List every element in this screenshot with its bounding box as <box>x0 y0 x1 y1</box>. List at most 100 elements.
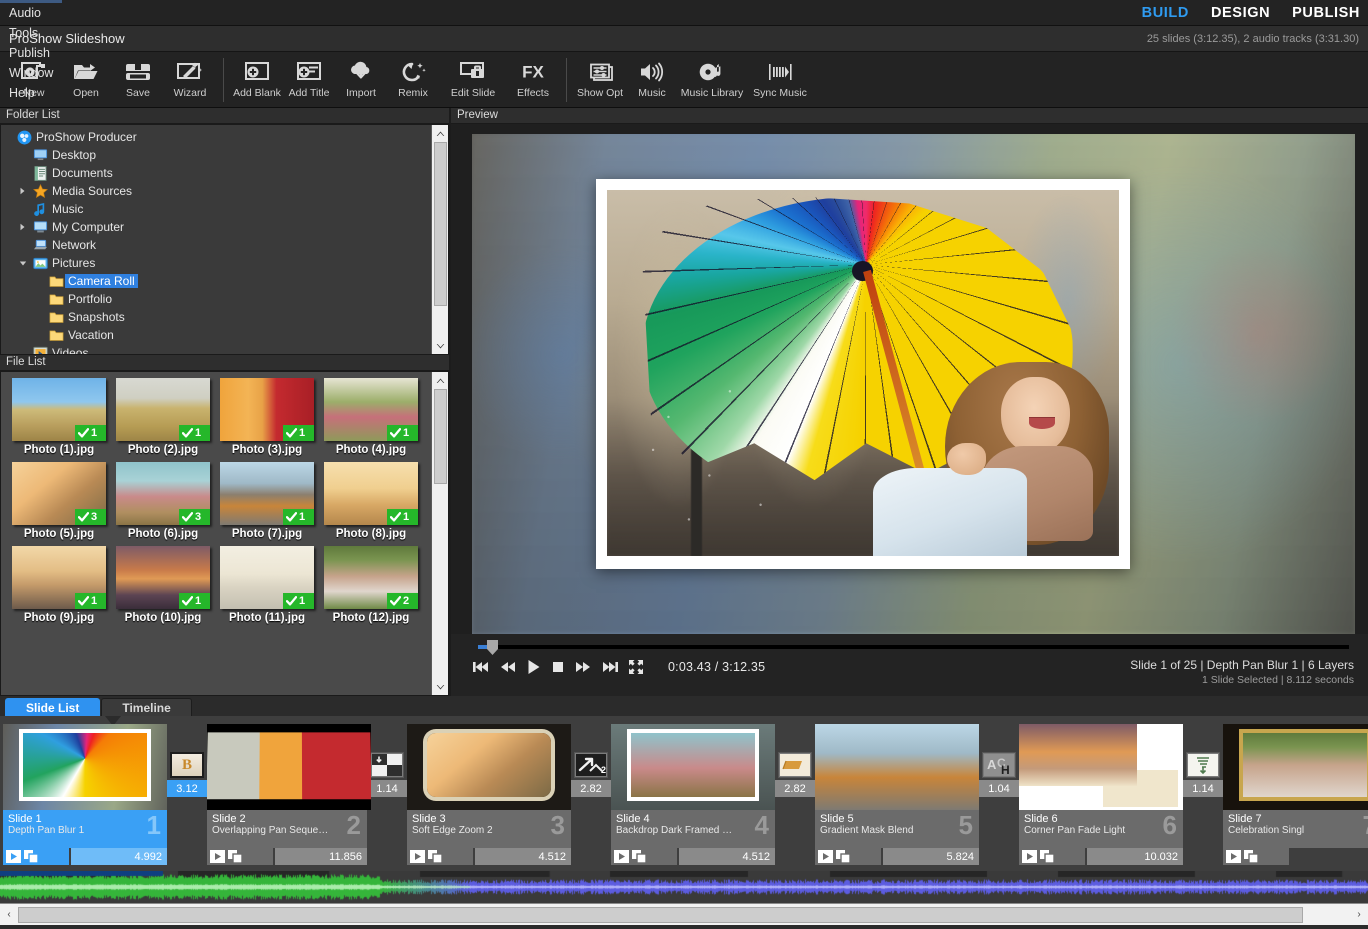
folder-node-videos[interactable]: Videos <box>3 344 431 354</box>
transition-twist-icon[interactable] <box>1186 752 1220 778</box>
file-item[interactable]: 2Photo (12).jpg <box>319 546 423 624</box>
slide-copy-icon[interactable] <box>836 850 851 863</box>
folder-node-proshow-producer[interactable]: ProShow Producer <box>3 128 431 146</box>
menu-help[interactable]: Help <box>0 83 62 103</box>
file-item[interactable]: 1Photo (9).jpg <box>7 546 111 624</box>
folder-scrollbar[interactable] <box>431 125 448 354</box>
folder-node-network[interactable]: Network <box>3 236 431 254</box>
transition-duration[interactable]: 3.12 <box>167 780 207 797</box>
hscroll-right-arrow[interactable]: › <box>1350 905 1368 925</box>
toolbar-save-button[interactable]: Save <box>112 56 164 99</box>
file-item[interactable]: 1Photo (7).jpg <box>215 462 319 540</box>
folder-node-camera-roll[interactable]: Camera Roll <box>3 272 431 290</box>
slide-card[interactable]: Slide 5Gradient Mask Blend55.824 <box>815 724 979 865</box>
transition-column[interactable]: 22.82 <box>571 724 611 797</box>
toolbar-effects-button[interactable]: FXEffects <box>507 56 559 99</box>
file-thumbnail[interactable]: 3 <box>12 462 106 525</box>
file-scroll-up-icon[interactable] <box>432 372 449 389</box>
slide-strip[interactable]: Slide 1Depth Pan Blur 114.992B3.12Slide … <box>0 716 1368 871</box>
slide-play-icon[interactable] <box>614 850 629 863</box>
menu-window[interactable]: Window <box>0 63 62 83</box>
preview-stage[interactable] <box>451 124 1368 634</box>
file-thumbnail[interactable]: 1 <box>116 378 210 441</box>
slide-copy-icon[interactable] <box>1040 850 1055 863</box>
toolbar-add-blank-button[interactable]: Add Blank <box>231 56 283 99</box>
file-thumbnail[interactable]: 1 <box>324 462 418 525</box>
folder-node-documents[interactable]: Documents <box>3 164 431 182</box>
menu-publish[interactable]: Publish <box>0 43 62 63</box>
skip-start-icon[interactable] <box>473 660 489 674</box>
slide-card[interactable]: Slide 4Backdrop Dark Framed Zoo...44.512 <box>611 724 775 865</box>
slide-thumbnail[interactable] <box>1223 724 1368 810</box>
toolbar-open-button[interactable]: Open <box>60 56 112 99</box>
folder-node-pictures[interactable]: Pictures <box>3 254 431 272</box>
mode-tab-build[interactable]: BUILD <box>1142 5 1189 21</box>
slide-play-icon[interactable] <box>1022 850 1037 863</box>
slide-thumbnail[interactable] <box>407 724 571 810</box>
horizontal-scrollbar[interactable]: ‹ › <box>0 903 1368 925</box>
transition-duration[interactable]: 2.82 <box>571 780 611 797</box>
slide-duration[interactable]: 4.512 <box>475 848 571 865</box>
folder-scroll-thumb[interactable] <box>434 142 447 306</box>
scrubber-track[interactable] <box>478 645 1349 649</box>
slide-thumbnail[interactable] <box>3 724 167 810</box>
file-item[interactable]: 1Photo (8).jpg <box>319 462 423 540</box>
hscroll-track[interactable] <box>18 905 1350 925</box>
file-scroll-down-icon[interactable] <box>432 678 449 695</box>
scrubber-handle[interactable] <box>487 640 498 655</box>
folder-tree[interactable]: ProShow ProducerDesktopDocumentsMedia So… <box>1 125 431 354</box>
menu-audio[interactable]: Audio <box>0 3 62 23</box>
fullscreen-icon[interactable] <box>629 660 643 674</box>
scroll-down-icon[interactable] <box>432 337 449 354</box>
file-thumbnail[interactable]: 1 <box>12 378 106 441</box>
file-item[interactable]: 1Photo (2).jpg <box>111 378 215 456</box>
file-scroll-thumb[interactable] <box>434 389 447 484</box>
folder-node-media-sources[interactable]: Media Sources <box>3 182 431 200</box>
slide-play-icon[interactable] <box>6 850 21 863</box>
folder-node-snapshots[interactable]: Snapshots <box>3 308 431 326</box>
hscroll-left-arrow[interactable]: ‹ <box>0 905 18 925</box>
transition-push-icon[interactable] <box>370 752 404 778</box>
slide-duration[interactable]: 11.856 <box>275 848 367 865</box>
file-thumbnail[interactable]: 3 <box>116 462 210 525</box>
slide-play-icon[interactable] <box>1226 850 1241 863</box>
chevron-down-icon[interactable] <box>19 260 31 267</box>
folder-node-desktop[interactable]: Desktop <box>3 146 431 164</box>
mode-tab-publish[interactable]: PUBLISH <box>1292 5 1360 21</box>
toolbar-import-button[interactable]: Import <box>335 56 387 99</box>
transition-duration[interactable]: 2.82 <box>775 780 815 797</box>
slide-play-icon[interactable] <box>818 850 833 863</box>
mode-tab-design[interactable]: DESIGN <box>1211 5 1270 21</box>
transition-column[interactable]: ACH1.04 <box>979 724 1019 797</box>
slide-card[interactable]: Slide 7Celebration Singl7 <box>1223 724 1368 865</box>
slide-thumbnail[interactable] <box>611 724 775 810</box>
audio-waveform-track[interactable] <box>0 871 1368 903</box>
slide-copy-icon[interactable] <box>428 850 443 863</box>
transition-column[interactable]: 1.14 <box>1183 724 1223 797</box>
transition-fold-icon[interactable] <box>778 752 812 778</box>
file-thumbnail[interactable]: 1 <box>220 378 314 441</box>
transition-duration[interactable]: 1.04 <box>979 780 1019 797</box>
folder-node-my-computer[interactable]: My Computer <box>3 218 431 236</box>
slide-card[interactable]: Slide 3Soft Edge Zoom 234.512 <box>407 724 571 865</box>
slide-copy-icon[interactable] <box>1244 850 1259 863</box>
file-item[interactable]: 1Photo (4).jpg <box>319 378 423 456</box>
slide-play-icon[interactable] <box>210 850 225 863</box>
tab-timeline[interactable]: Timeline <box>101 698 191 716</box>
toolbar-music-button[interactable]: Music <box>626 56 678 99</box>
file-item[interactable]: 1Photo (11).jpg <box>215 546 319 624</box>
slide-duration[interactable]: 4.512 <box>679 848 775 865</box>
file-thumbnail[interactable]: 1 <box>220 462 314 525</box>
transition-column[interactable]: 1.14 <box>367 724 407 797</box>
folder-node-portfolio[interactable]: Portfolio <box>3 290 431 308</box>
play-icon[interactable] <box>527 659 541 675</box>
folder-node-music[interactable]: Music <box>3 200 431 218</box>
file-thumbnail[interactable]: 1 <box>116 546 210 609</box>
file-scrollbar[interactable] <box>431 372 448 695</box>
folder-node-vacation[interactable]: Vacation <box>3 326 431 344</box>
slide-copy-icon[interactable] <box>24 850 39 863</box>
slide-copy-icon[interactable] <box>228 850 243 863</box>
transition-column[interactable]: 2.82 <box>775 724 815 797</box>
transition-duration[interactable]: 1.14 <box>367 780 407 797</box>
file-thumbnail[interactable]: 1 <box>324 378 418 441</box>
